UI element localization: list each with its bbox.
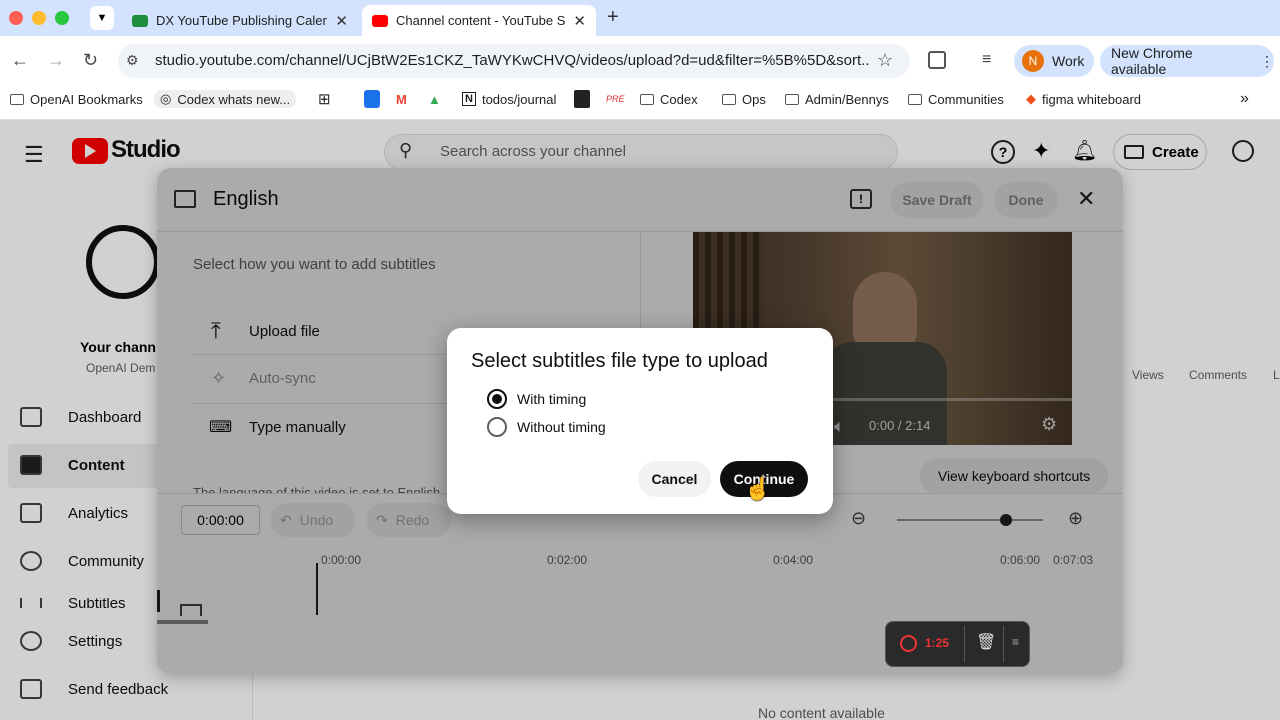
close-tab-icon[interactable]: ✕: [573, 12, 586, 30]
url-text[interactable]: studio.youtube.com/channel/UCjBtW2Es1CKZ…: [155, 52, 870, 69]
trash-icon[interactable]: 🗑︎: [976, 632, 996, 652]
avatar: N: [1022, 50, 1044, 72]
youtube-icon: [372, 14, 388, 27]
site-info-icon[interactable]: ⚙: [126, 52, 139, 69]
bookmark-star-icon[interactable]: ☆: [877, 50, 893, 71]
calendar-icon[interactable]: [364, 90, 380, 108]
bookmark-icon[interactable]: [574, 90, 590, 108]
bookmark-admin[interactable]: Admin/Bennys: [785, 90, 889, 108]
gmail-icon[interactable]: M: [396, 90, 407, 108]
folder-icon: [640, 93, 654, 105]
bookmark-todos[interactable]: Ntodos/journal: [462, 90, 556, 108]
with-timing-radio[interactable]: [487, 389, 507, 409]
with-timing-label[interactable]: With timing: [517, 391, 586, 407]
new-tab-icon[interactable]: +: [607, 6, 619, 29]
cancel-button[interactable]: Cancel: [638, 461, 711, 497]
hand-cursor-icon: ☝: [744, 476, 772, 501]
bookmark-icon[interactable]: PRE: [606, 90, 625, 108]
tab-publishing-calendar[interactable]: DX YouTube Publishing Calen ✕: [122, 5, 358, 36]
forward-icon[interactable]: →: [47, 50, 65, 71]
update-chrome-button[interactable]: New Chrome available ⋮: [1100, 45, 1274, 77]
stop-recording-icon[interactable]: [900, 635, 917, 652]
folder-icon: [722, 93, 736, 105]
minimize-window-button[interactable]: [32, 11, 46, 25]
apps-grid-icon[interactable]: ⊞: [318, 90, 331, 108]
tab-search-chevron-icon[interactable]: ▼: [90, 6, 114, 30]
folder-icon: [785, 93, 799, 105]
bookmark-openai[interactable]: OpenAI Bookmarks: [10, 90, 143, 108]
sheets-icon: [132, 14, 148, 27]
divider: [964, 626, 965, 662]
reload-icon[interactable]: ↻: [83, 50, 98, 71]
folder-icon: [10, 93, 24, 105]
drag-handle-icon[interactable]: ≡: [1012, 635, 1019, 649]
profile-button[interactable]: N Work: [1014, 45, 1094, 77]
close-tab-icon[interactable]: ✕: [335, 12, 348, 30]
close-window-button[interactable]: [9, 11, 23, 25]
back-icon[interactable]: ←: [11, 50, 29, 71]
tab-channel-content[interactable]: Channel content - YouTube St ✕: [362, 5, 596, 36]
bookmark-communities[interactable]: Communities: [908, 90, 1004, 108]
folder-icon: [908, 93, 922, 105]
recording-time: 1:25: [925, 636, 950, 650]
bookmark-codex-whats-new[interactable]: ◎ Codex whats new...: [154, 90, 297, 108]
drive-icon[interactable]: ▲: [428, 90, 441, 108]
bookmark-ops[interactable]: Ops: [722, 90, 766, 108]
bookmark-codex[interactable]: Codex: [640, 90, 698, 108]
media-controls-icon[interactable]: ≡: [982, 51, 991, 69]
without-timing-radio[interactable]: [487, 417, 507, 437]
more-bookmarks-icon[interactable]: »: [1240, 90, 1249, 108]
bookmark-figma[interactable]: ◆ figma whiteboard: [1026, 90, 1141, 108]
extensions-icon[interactable]: [928, 51, 946, 69]
divider: [1003, 626, 1004, 662]
without-timing-label[interactable]: Without timing: [517, 419, 606, 435]
dialog-title: Select subtitles file type to upload: [471, 350, 768, 372]
zoom-window-button[interactable]: [55, 11, 69, 25]
